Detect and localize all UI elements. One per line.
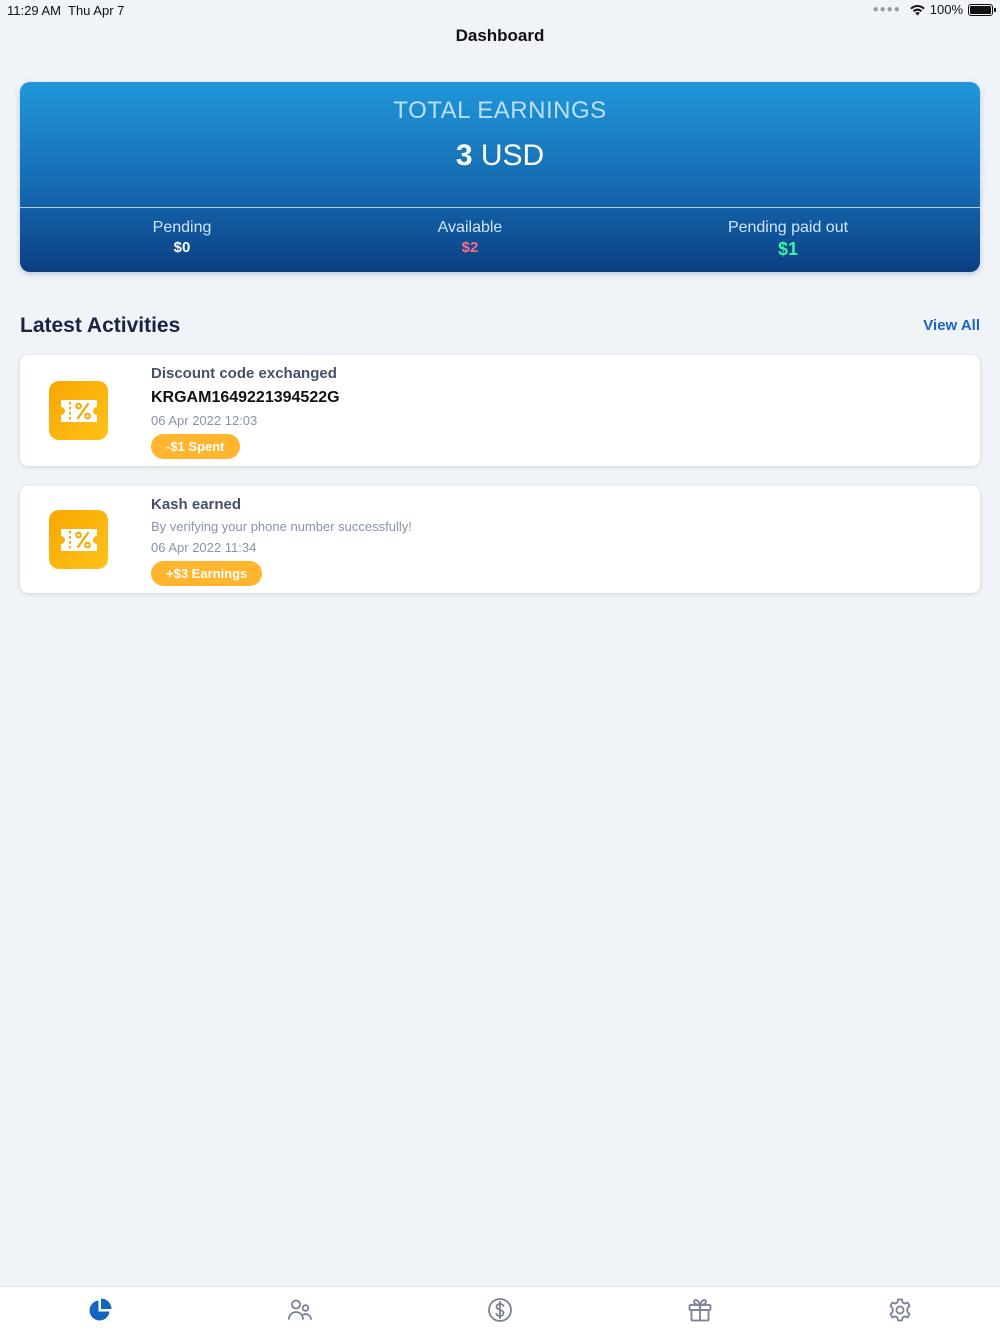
dollar-circle-icon — [488, 1298, 512, 1322]
battery-icon — [968, 3, 996, 16]
earnings-card: TOTAL EARNINGS 3 USD Pending $0 Availabl… — [20, 82, 980, 272]
users-icon — [288, 1299, 312, 1320]
activity-date: 06 Apr 2022 12:03 — [151, 413, 258, 428]
stat-pending-label: Pending — [152, 219, 212, 236]
total-earnings-label: TOTAL EARNINGS — [393, 97, 607, 124]
activity-item[interactable]: Kash earned By verifying your phone numb… — [20, 486, 980, 593]
gift-icon — [688, 1299, 712, 1322]
activity-body: Discount code exchanged KRGAM16492213945… — [151, 365, 340, 459]
status-date: Thu Apr 7 — [68, 3, 125, 18]
total-earnings-amount: 3 USD — [20, 139, 980, 173]
cellular-signal-icon: ●●●● — [872, 4, 901, 15]
stat-pending: Pending $0 — [132, 219, 232, 256]
tab-dashboard[interactable] — [87, 1297, 115, 1325]
battery-percent: 100% — [929, 2, 963, 17]
activity-badge: -$1 Spent — [151, 434, 240, 459]
tab-settings[interactable] — [887, 1297, 915, 1325]
tab-referrals[interactable] — [287, 1297, 315, 1325]
tab-earnings[interactable] — [487, 1297, 515, 1325]
status-time: 11:29 AM — [7, 3, 61, 18]
stat-paid-out-label: Pending paid out — [727, 219, 849, 236]
dashboard-screen: 11:29 AM Thu Apr 7 ●●●● 100% Dashboard T… — [0, 0, 1000, 1334]
activity-badge: +$3 Earnings — [151, 561, 263, 586]
pie-chart-icon — [89, 1298, 112, 1321]
stat-available-label: Available — [437, 219, 503, 236]
stat-available-value: $2 — [461, 239, 479, 256]
stat-available: Available $2 — [420, 219, 520, 256]
activity-title: Discount code exchanged — [151, 365, 337, 382]
earnings-divider — [20, 207, 980, 208]
stat-pending-value: $0 — [173, 239, 191, 256]
tab-rewards[interactable] — [687, 1297, 715, 1325]
wifi-icon — [910, 4, 925, 15]
gear-icon — [889, 1298, 911, 1322]
stat-paid-out-value: $1 — [777, 239, 799, 259]
activity-item[interactable]: Discount code exchanged KRGAM16492213945… — [20, 355, 980, 466]
status-indicators: ●●●● 100% — [872, 2, 996, 17]
tab-bar — [0, 1286, 1000, 1334]
activity-code: KRGAM1649221394522G — [151, 389, 340, 406]
activity-description: By verifying your phone number successfu… — [151, 519, 412, 534]
activity-date: 06 Apr 2022 11:34 — [151, 540, 257, 555]
latest-activities-title: Latest Activities — [20, 314, 181, 337]
status-bar: 11:29 AM Thu Apr 7 ●●●● 100% — [0, 0, 1000, 22]
activity-title: Kash earned — [151, 496, 242, 513]
stat-pending-paid-out: Pending paid out $1 — [708, 219, 868, 260]
earnings-amount-value: 3 — [455, 139, 473, 172]
view-all-link[interactable]: View All — [923, 317, 980, 334]
coupon-icon — [49, 510, 108, 569]
activity-body: Kash earned By verifying your phone numb… — [151, 496, 412, 586]
coupon-icon — [49, 381, 108, 440]
earnings-currency: USD — [480, 139, 545, 172]
page-title: Dashboard — [455, 26, 545, 45]
